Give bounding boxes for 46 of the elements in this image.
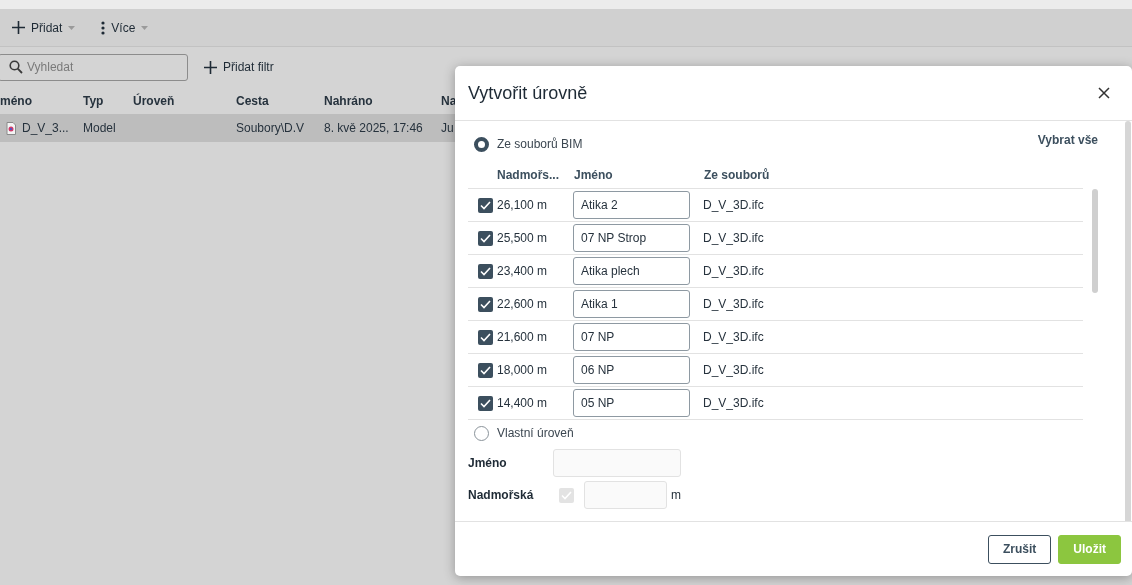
elevation-text: 18,000 m <box>497 363 549 377</box>
add-button[interactable]: Přidat <box>12 20 76 35</box>
column-header[interactable]: méno <box>0 93 32 108</box>
elevation-text: 23,400 m <box>497 264 549 278</box>
table-cell: Ju <box>441 121 454 135</box>
table-cell: Model <box>83 121 116 135</box>
column-header[interactable]: Cesta <box>236 93 269 108</box>
table-cell: 8. kvě 2025, 17:46 <box>324 121 423 135</box>
name-field[interactable]: 05 NP <box>573 389 690 417</box>
elevation-text: 26,100 m <box>497 198 549 212</box>
column-header[interactable]: Jméno <box>574 167 613 182</box>
name-field[interactable]: Atika 2 <box>573 191 690 219</box>
name-field[interactable]: 07 NP <box>573 323 690 351</box>
file-name: D_V_3D.ifc <box>703 396 764 410</box>
name-field[interactable]: Atika 1 <box>573 290 690 318</box>
column-header[interactable]: Ze souborů <box>704 167 770 182</box>
radio-option[interactable]: Ze souborů BIM <box>468 136 583 152</box>
add-filter-button[interactable]: Přidat filtr <box>204 60 274 74</box>
dialog-title: Vytvořit úrovně <box>468 82 588 104</box>
column-header[interactable]: Nahráno <box>324 93 373 108</box>
file-name: D_V_3D.ifc <box>703 264 764 278</box>
unit-text: m <box>671 488 681 502</box>
radio-option[interactable]: Vlastní úroveň <box>468 425 574 441</box>
table-cell: Soubory\D.V <box>236 121 305 135</box>
name-field[interactable]: 07 NP Strop <box>573 224 690 252</box>
column-header[interactable]: Úroveň <box>133 93 175 108</box>
elevation-text: 21,600 m <box>497 330 549 344</box>
search-field[interactable]: Vyhledat <box>0 53 188 81</box>
elevation-text: 25,500 m <box>497 231 549 245</box>
field-label: Jméno <box>468 456 508 470</box>
name-field[interactable]: 06 NP <box>573 356 690 384</box>
elevation-text: 22,600 m <box>497 297 549 311</box>
field-label: Nadmořská <box>468 488 535 502</box>
name-field[interactable]: Atika plech <box>573 257 690 285</box>
table-cell: D_V_3... <box>22 121 69 135</box>
column-header[interactable]: Typ <box>83 93 104 108</box>
file-name: D_V_3D.ifc <box>703 231 764 245</box>
elevation-text: 14,400 m <box>497 396 549 410</box>
file-name: D_V_3D.ifc <box>703 330 764 344</box>
file-name: D_V_3D.ifc <box>703 297 764 311</box>
file-name: D_V_3D.ifc <box>703 363 764 377</box>
column-header[interactable]: Nadmořs... <box>497 167 559 182</box>
select-all-link[interactable]: Vybrat vše <box>1037 133 1098 147</box>
file-name: D_V_3D.ifc <box>703 198 764 212</box>
cancel-button[interactable]: Zrušit <box>988 534 1052 564</box>
more-button[interactable]: Více <box>101 20 149 35</box>
